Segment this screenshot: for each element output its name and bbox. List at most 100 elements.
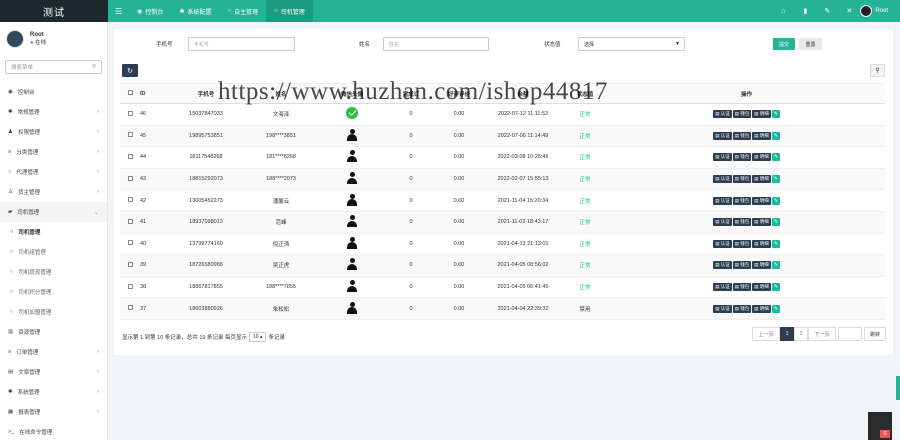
sidebar-item-16[interactable]: ▦ 报表管理 ‹ [0, 402, 107, 422]
row-checkbox[interactable] [120, 146, 140, 169]
page-jump-button[interactable]: 跳转 [864, 327, 886, 341]
row-checkbox[interactable] [120, 189, 140, 212]
row-checkbox[interactable] [120, 168, 140, 191]
sidebar-item-17[interactable]: >_ 在线命令管理 [0, 422, 107, 440]
phone-input[interactable]: 手机号 [188, 37, 295, 51]
col-rating[interactable]: 好评评价 [434, 83, 484, 104]
app-logo[interactable]: 测试 [0, 0, 108, 22]
row-checkbox[interactable] [120, 103, 140, 126]
home-icon[interactable]: ⌂ [772, 8, 794, 15]
toggle-search-button[interactable]: ⚲ [870, 64, 885, 77]
verify-button[interactable]: ▤ 认证 [713, 304, 732, 313]
tab-self-manage[interactable]: ○ 自主管理 [219, 0, 266, 22]
user-name[interactable]: Root [875, 8, 900, 14]
wallet-button[interactable]: ▤ 钱包 [732, 261, 752, 270]
edit-button[interactable]: ✎ [771, 304, 780, 313]
row-checkbox[interactable] [120, 276, 140, 299]
details-button[interactable]: ▤ 明细 [752, 218, 771, 227]
wallet-button[interactable]: ▤ 钱包 [732, 239, 752, 248]
sidebar-item-11[interactable]: ○ 司机加盟管理 [0, 302, 107, 322]
row-checkbox[interactable] [120, 211, 140, 234]
edit-button[interactable]: ✎ [771, 261, 780, 270]
wallet-button[interactable]: ▤ 钱包 [732, 175, 752, 184]
wallet-button[interactable]: ▤ 钱包 [732, 304, 752, 313]
details-button[interactable]: ▤ 明细 [752, 283, 771, 292]
fullscreen-icon[interactable]: ✕ [838, 7, 860, 15]
sidebar-search[interactable]: 搜索菜单 ⚲ [5, 60, 102, 74]
details-button[interactable]: ▤ 明细 [752, 153, 771, 162]
sidebar-item-12[interactable]: ▥ 资源管理 [0, 322, 107, 342]
sidebar-item-5[interactable]: ♙ 货主管理 ‹ [0, 182, 107, 202]
select-all-checkbox[interactable] [120, 83, 140, 104]
tab-driver-manage[interactable]: ○ 司机管理 [266, 0, 313, 22]
page-size-select[interactable]: 10 ▴ [249, 332, 267, 342]
menu-toggle-icon[interactable]: ☰ [108, 7, 129, 16]
verify-button[interactable]: ▤ 认证 [713, 131, 732, 140]
wallet-button[interactable]: ▤ 钱包 [732, 110, 752, 119]
side-scroll-handle[interactable] [896, 376, 900, 400]
col-avatar[interactable]: 微信头像 [316, 83, 388, 104]
edit-button[interactable]: ✎ [771, 239, 780, 248]
details-button[interactable]: ▤ 明细 [752, 110, 771, 119]
search-input-placeholder[interactable]: 搜索菜单 [11, 63, 33, 71]
verify-button[interactable]: ▤ 认证 [713, 110, 732, 119]
reset-button[interactable]: 重置 [799, 38, 822, 50]
col-status[interactable]: 状态值 [562, 83, 608, 104]
wallet-button[interactable]: ▤ 钱包 [732, 196, 752, 205]
verify-button[interactable]: ▤ 认证 [713, 153, 732, 162]
sidebar-item-10[interactable]: ○ 司机积分管理 [0, 282, 107, 302]
search-icon[interactable]: ⚲ [92, 64, 96, 70]
verify-button[interactable]: ▤ 认证 [713, 239, 732, 248]
verify-button[interactable]: ▤ 认证 [713, 261, 732, 270]
next-page-button[interactable]: 下一页 [808, 327, 836, 341]
sidebar-item-1[interactable]: ✱ 常规管理 ‹ [0, 102, 107, 122]
status-select[interactable]: 选择 ▼ [578, 37, 685, 51]
row-checkbox[interactable] [120, 297, 140, 320]
sidebar-item-8[interactable]: ○ 司机组管理 [0, 242, 107, 262]
col-orders[interactable]: 完成订 [388, 83, 434, 104]
wallet-button[interactable]: ▤ 钱包 [732, 131, 752, 140]
page-1-button[interactable]: 1 [780, 327, 794, 341]
sidebar-item-4[interactable]: ○ 代理管理 ‹ [0, 162, 107, 182]
edit-button[interactable]: ✎ [771, 131, 780, 140]
sidebar-item-3[interactable]: ≡ 分类管理 ‹ [0, 142, 107, 162]
wallet-button[interactable]: ▤ 钱包 [732, 283, 752, 292]
details-button[interactable]: ▤ 明细 [752, 196, 771, 205]
edit-button[interactable]: ✎ [771, 196, 780, 205]
edit-button[interactable]: ✎ [771, 175, 780, 184]
tab-dashboard[interactable]: ◉ 控制台 [129, 0, 171, 22]
details-button[interactable]: ▤ 明细 [752, 261, 771, 270]
page-jump-input[interactable] [838, 327, 862, 341]
sidebar-item-14[interactable]: ▤ 文章管理 ‹ [0, 362, 107, 382]
sidebar-item-13[interactable]: ≡ 订单管理 ‹ [0, 342, 107, 362]
details-button[interactable]: ▤ 明细 [752, 131, 771, 140]
sidebar-item-2[interactable]: ♟ 权限管理 ‹ [0, 122, 107, 142]
details-button[interactable]: ▤ 明细 [752, 304, 771, 313]
sidebar-item-7[interactable]: ○ 司机管理 [0, 222, 107, 242]
verify-button[interactable]: ▤ 认证 [713, 218, 732, 227]
tab-system-config[interactable]: ✱ 系统配置 [171, 0, 219, 22]
prev-page-button[interactable]: 上一页 [752, 327, 780, 341]
edit-button[interactable]: ✎ [771, 153, 780, 162]
clear-cache-icon[interactable]: ▮ [794, 7, 816, 15]
verify-button[interactable]: ▤ 认证 [713, 175, 732, 184]
sidebar-item-0[interactable]: ◉ 控制台 [0, 82, 107, 102]
col-id[interactable]: ID [140, 83, 166, 104]
row-checkbox[interactable] [120, 254, 140, 277]
translate-icon[interactable]: ✎ [816, 7, 838, 15]
wallet-button[interactable]: ▤ 钱包 [732, 153, 752, 162]
col-name[interactable]: 姓名 [246, 83, 316, 104]
floating-badge-icon[interactable]: S [880, 430, 890, 438]
verify-button[interactable]: ▤ 认证 [713, 283, 732, 292]
sidebar-item-15[interactable]: ✱ 系统管理 ‹ [0, 382, 107, 402]
verify-button[interactable]: ▤ 认证 [713, 196, 732, 205]
details-button[interactable]: ▤ 明细 [752, 239, 771, 248]
col-phone[interactable]: 手机号 [166, 83, 246, 104]
col-balance[interactable]: 余额 [484, 83, 562, 104]
name-input[interactable]: 姓名 [383, 37, 489, 51]
row-checkbox[interactable] [120, 125, 140, 148]
edit-button[interactable]: ✎ [771, 283, 780, 292]
details-button[interactable]: ▤ 明细 [752, 175, 771, 184]
row-checkbox[interactable] [120, 233, 140, 256]
wallet-button[interactable]: ▤ 钱包 [732, 218, 752, 227]
